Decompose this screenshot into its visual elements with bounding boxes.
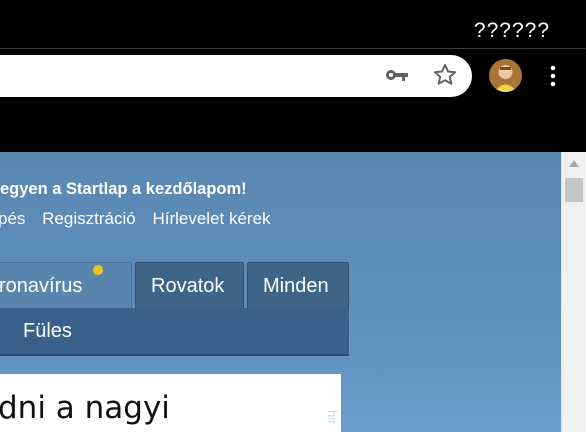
scroll-up-arrow-icon[interactable] bbox=[569, 160, 579, 167]
login-link[interactable]: pés bbox=[0, 209, 25, 228]
browser-toolbar bbox=[0, 49, 586, 152]
window-title: ?????? bbox=[473, 19, 550, 42]
notification-dot bbox=[93, 265, 103, 275]
newsletter-link[interactable]: Hírlevelet kérek bbox=[152, 209, 270, 228]
window-titlebar: ?????? bbox=[0, 0, 586, 48]
register-link[interactable]: Regisztráció bbox=[42, 209, 136, 228]
scroll-thumb[interactable] bbox=[565, 178, 583, 202]
profile-avatar[interactable] bbox=[489, 59, 522, 92]
article-headline[interactable]: dni a nagyi bbox=[0, 390, 170, 426]
article-card[interactable]: dni a nagyi bbox=[0, 374, 341, 432]
subnav-item-fules[interactable]: Füles bbox=[23, 320, 72, 343]
header-links: pés Regisztráció Hírlevelet kérek bbox=[0, 209, 283, 229]
page-viewport: egyen a Startlap a kezdőlapom! pés Regis… bbox=[0, 152, 561, 432]
tab-koronavirus[interactable]: ronavírus bbox=[0, 262, 132, 308]
subnav-bar: Füles bbox=[0, 308, 349, 356]
tab-rovatok[interactable]: Rovatok bbox=[135, 262, 244, 308]
side-label: hir bbox=[325, 410, 340, 425]
vertical-scrollbar[interactable] bbox=[561, 152, 586, 432]
tab-minden[interactable]: Minden bbox=[247, 262, 349, 308]
set-homepage-link[interactable]: egyen a Startlap a kezdőlapom! bbox=[0, 180, 247, 199]
kebab-menu-icon[interactable] bbox=[546, 63, 560, 89]
key-icon[interactable] bbox=[385, 67, 409, 83]
star-icon[interactable] bbox=[432, 62, 458, 88]
